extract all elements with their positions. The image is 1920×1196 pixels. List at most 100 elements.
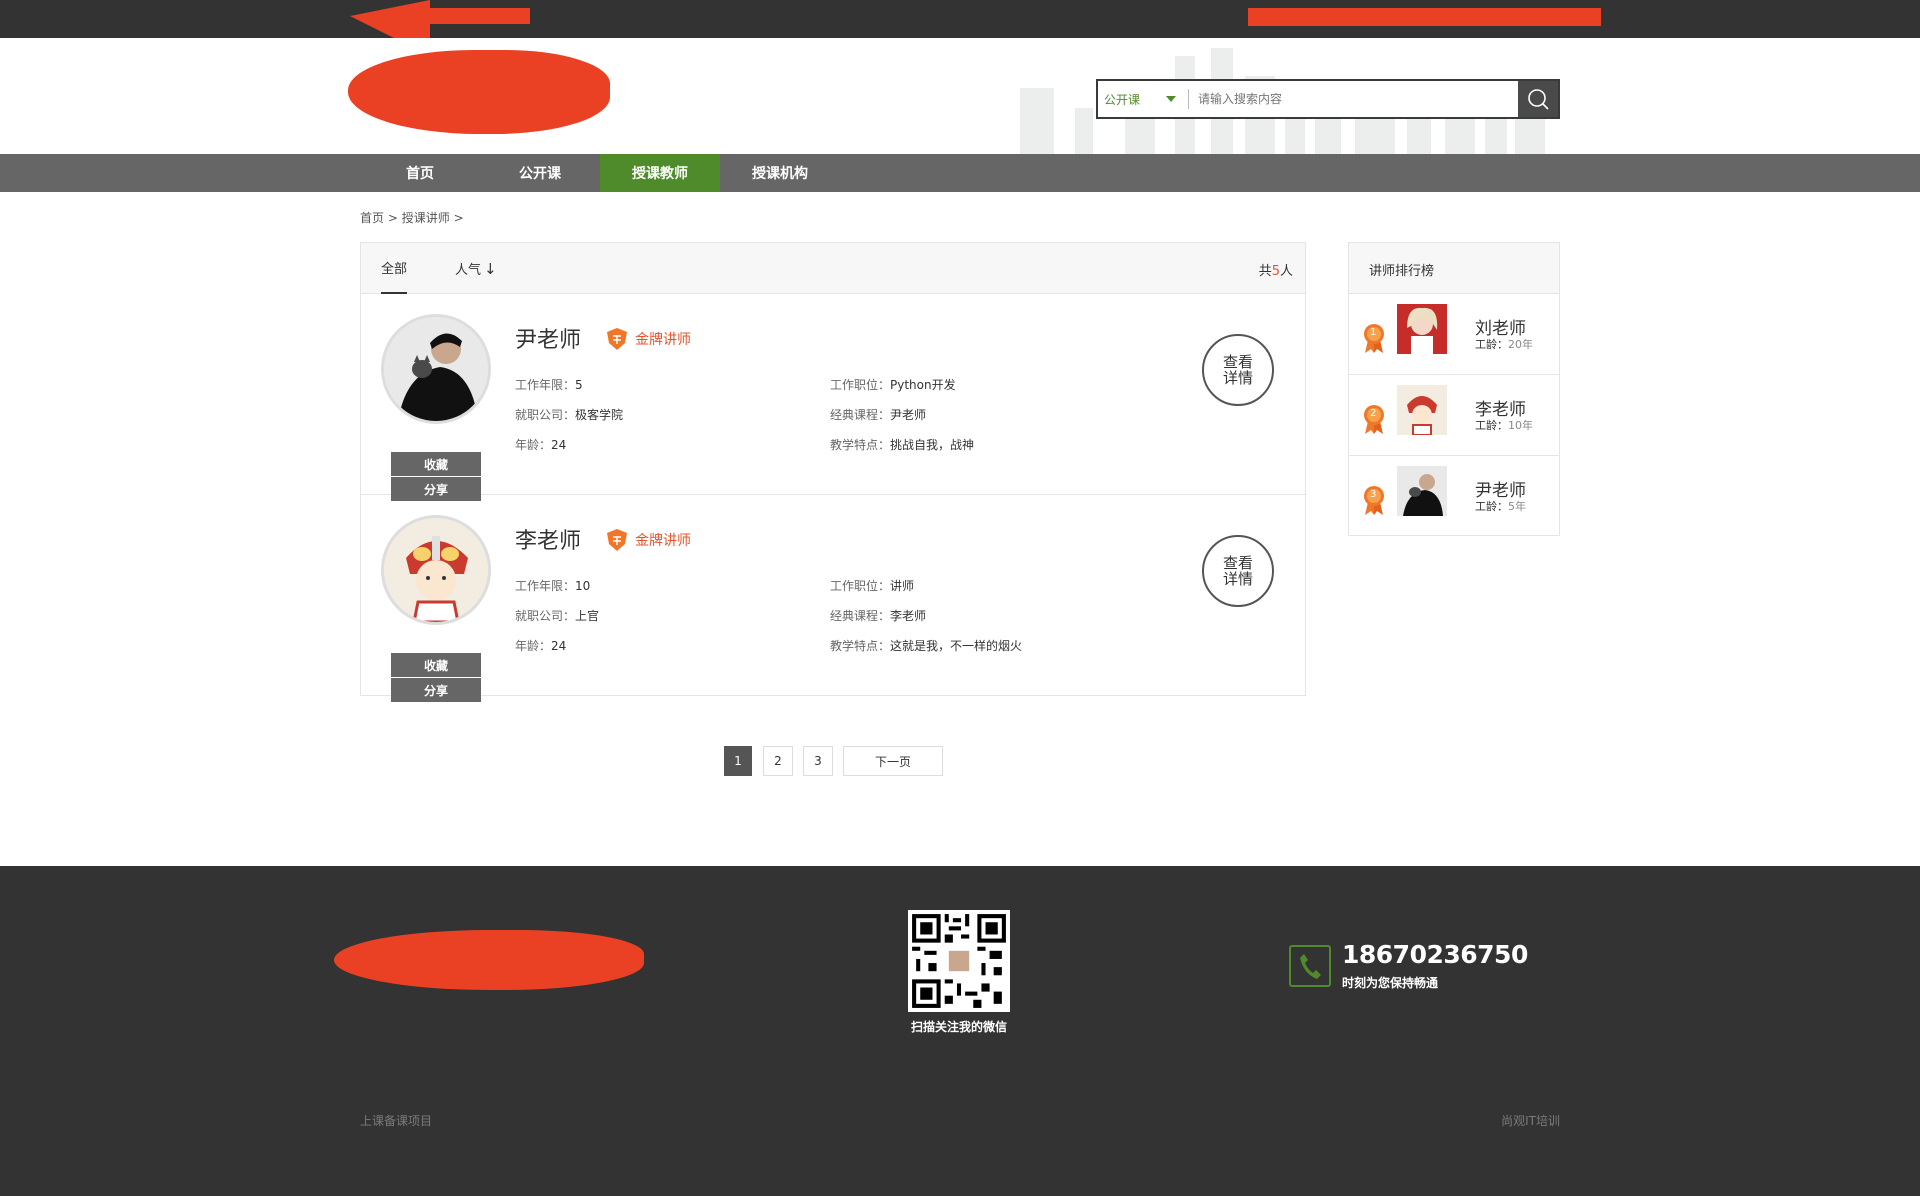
field-value: 讲师: [890, 579, 915, 593]
field-value: 5年: [1508, 500, 1526, 513]
teacher-name[interactable]: 尹老师: [515, 322, 581, 354]
search-type-select[interactable]: 公开课: [1098, 81, 1188, 117]
teacher-ranking: 讲师排行榜 1 刘老师 工龄：20年 2 李老师 工龄：10年 3 尹老师 工龄…: [1348, 242, 1560, 536]
breadcrumb-current[interactable]: 授课讲师: [402, 211, 450, 225]
badge-label: 金牌讲师: [635, 533, 691, 549]
field-value: 挑战自我，战神: [890, 438, 975, 452]
teacher-position: 工作职位：讲师: [830, 577, 914, 594]
ranking-item[interactable]: 1 刘老师 工龄：20年: [1349, 294, 1559, 375]
field-value: 尹老师: [890, 408, 927, 422]
field-label: 工作职位：: [830, 579, 891, 593]
field-value: 极客学院: [575, 408, 624, 422]
teacher-avatar[interactable]: [381, 515, 491, 625]
teacher-course: 经典课程：尹老师: [830, 406, 926, 423]
teacher-course: 经典课程：李老师: [830, 607, 926, 624]
breadcrumb: 首页 > 授课讲师 >: [360, 209, 464, 226]
teacher-name[interactable]: 李老师: [515, 523, 581, 555]
badge-label: 金牌讲师: [635, 332, 691, 348]
field-label: 经典课程：: [830, 609, 891, 623]
field-value: 10年: [1508, 419, 1533, 432]
header: 公开课: [0, 38, 1920, 154]
page-2-button[interactable]: 2: [763, 746, 793, 776]
shield-badge-icon: [607, 328, 627, 350]
search-type-label: 公开课: [1104, 92, 1141, 107]
redaction-bar: [1248, 8, 1601, 26]
rank-number: 3: [1370, 489, 1377, 500]
teacher-company: 就职公司：上官: [515, 607, 599, 624]
rank-number: 2: [1370, 408, 1377, 419]
teacher-count: 共5人: [1259, 260, 1293, 279]
view-details-button[interactable]: 查看详情: [1202, 535, 1274, 607]
nav-item-home[interactable]: 首页: [360, 154, 480, 192]
tab-all[interactable]: 全部: [381, 243, 408, 294]
teacher-age: 年龄：24: [515, 637, 566, 654]
footer-left-text: 上课备课项目: [360, 1114, 433, 1128]
teacher-years: 工作年限：5: [515, 376, 583, 393]
ranking-item[interactable]: 3 尹老师 工龄：5年: [1349, 456, 1559, 537]
ranking-avatar: [1397, 466, 1447, 516]
nav-item-teachers[interactable]: 授课教师: [600, 154, 720, 192]
field-value: 上官: [575, 609, 600, 623]
field-label: 就职公司：: [515, 408, 576, 422]
count-prefix: 共: [1258, 264, 1272, 279]
dropdown-caret-icon: [1166, 96, 1177, 102]
teacher-company: 就职公司：极客学院: [515, 406, 623, 423]
phone-subtitle: 时刻为您保持畅通: [1342, 976, 1439, 990]
page-1-button[interactable]: 1: [724, 746, 752, 776]
qr-caption: 扫描关注我的微信: [910, 1020, 1007, 1034]
nav-item-organizations[interactable]: 授课机构: [720, 154, 840, 192]
list-toolbar: 全部 人气 ↓ 共5人: [361, 243, 1305, 294]
tab-popular[interactable]: 人气 ↓: [455, 243, 497, 294]
ranking-years: 工龄：10年: [1475, 417, 1533, 433]
field-label: 教学特点：: [830, 639, 891, 653]
teacher-list-panel: 全部 人气 ↓ 共5人 收藏 分享 尹老师 金牌讲师 工作年限：5 就职公司：极…: [360, 242, 1306, 702]
breadcrumb-home[interactable]: 首页: [360, 211, 384, 225]
field-label: 工作年限：: [515, 378, 576, 392]
field-value: Python开发: [890, 378, 956, 392]
top-bar: [0, 0, 1920, 56]
field-value: 这就是我，不一样的烟火: [890, 639, 1023, 653]
search-divider: [1188, 89, 1189, 109]
phone-icon: [1289, 945, 1331, 987]
share-button[interactable]: 分享: [391, 678, 481, 702]
page-3-button[interactable]: 3: [803, 746, 833, 776]
teacher-avatar[interactable]: [381, 314, 491, 424]
tab-label: 人气: [455, 263, 482, 278]
field-value: 24: [551, 639, 567, 653]
field-value: 李老师: [890, 609, 927, 623]
search-input[interactable]: [1198, 81, 1516, 117]
favorite-button[interactable]: 收藏: [391, 452, 481, 476]
sort-down-icon: ↓: [484, 259, 497, 278]
field-label: 工作职位：: [830, 378, 891, 392]
footer: 扫描关注我的微信 18670236750 时刻为您保持畅通 上课备课项目 尚观I…: [0, 866, 1920, 1196]
teacher-years: 工作年限：10: [515, 577, 590, 594]
teacher-card: 收藏 分享 李老师 金牌讲师 工作年限：10 就职公司：上官 年龄：24 工作职…: [361, 495, 1305, 702]
nav-label: 授课机构: [752, 166, 808, 182]
ranking-item[interactable]: 2 李老师 工龄：10年: [1349, 375, 1559, 456]
nav-label: 首页: [406, 166, 434, 182]
field-label: 经典课程：: [830, 408, 891, 422]
field-label: 年龄：: [515, 639, 552, 653]
nav-item-open-course[interactable]: 公开课: [480, 154, 600, 192]
field-value: 5: [575, 378, 583, 392]
view-details-button[interactable]: 查看详情: [1202, 334, 1274, 406]
field-value: 24: [551, 438, 567, 452]
field-label: 教学特点：: [830, 438, 891, 452]
favorite-button[interactable]: 收藏: [391, 653, 481, 677]
logo-redaction: [348, 50, 610, 134]
ranking-title: 讲师排行榜: [1349, 243, 1559, 294]
next-page-button[interactable]: 下一页: [843, 746, 943, 776]
breadcrumb-sep: >: [387, 211, 398, 225]
teacher-feature: 教学特点：挑战自我，战神: [830, 436, 974, 453]
rank-number: 1: [1370, 327, 1377, 338]
teacher-age: 年龄：24: [515, 436, 566, 453]
shield-badge-icon: [607, 529, 627, 551]
field-value: 10: [575, 579, 591, 593]
gold-teacher-badge: 金牌讲师: [607, 328, 691, 350]
search-button[interactable]: [1518, 81, 1558, 117]
teacher-position: 工作职位：Python开发: [830, 376, 956, 393]
field-label: 工龄：: [1475, 419, 1508, 432]
phone-number: 18670236750: [1342, 940, 1528, 969]
teacher-card: 收藏 分享 尹老师 金牌讲师 工作年限：5 就职公司：极客学院 年龄：24 工作…: [361, 294, 1305, 501]
field-label: 工龄：: [1475, 338, 1508, 351]
